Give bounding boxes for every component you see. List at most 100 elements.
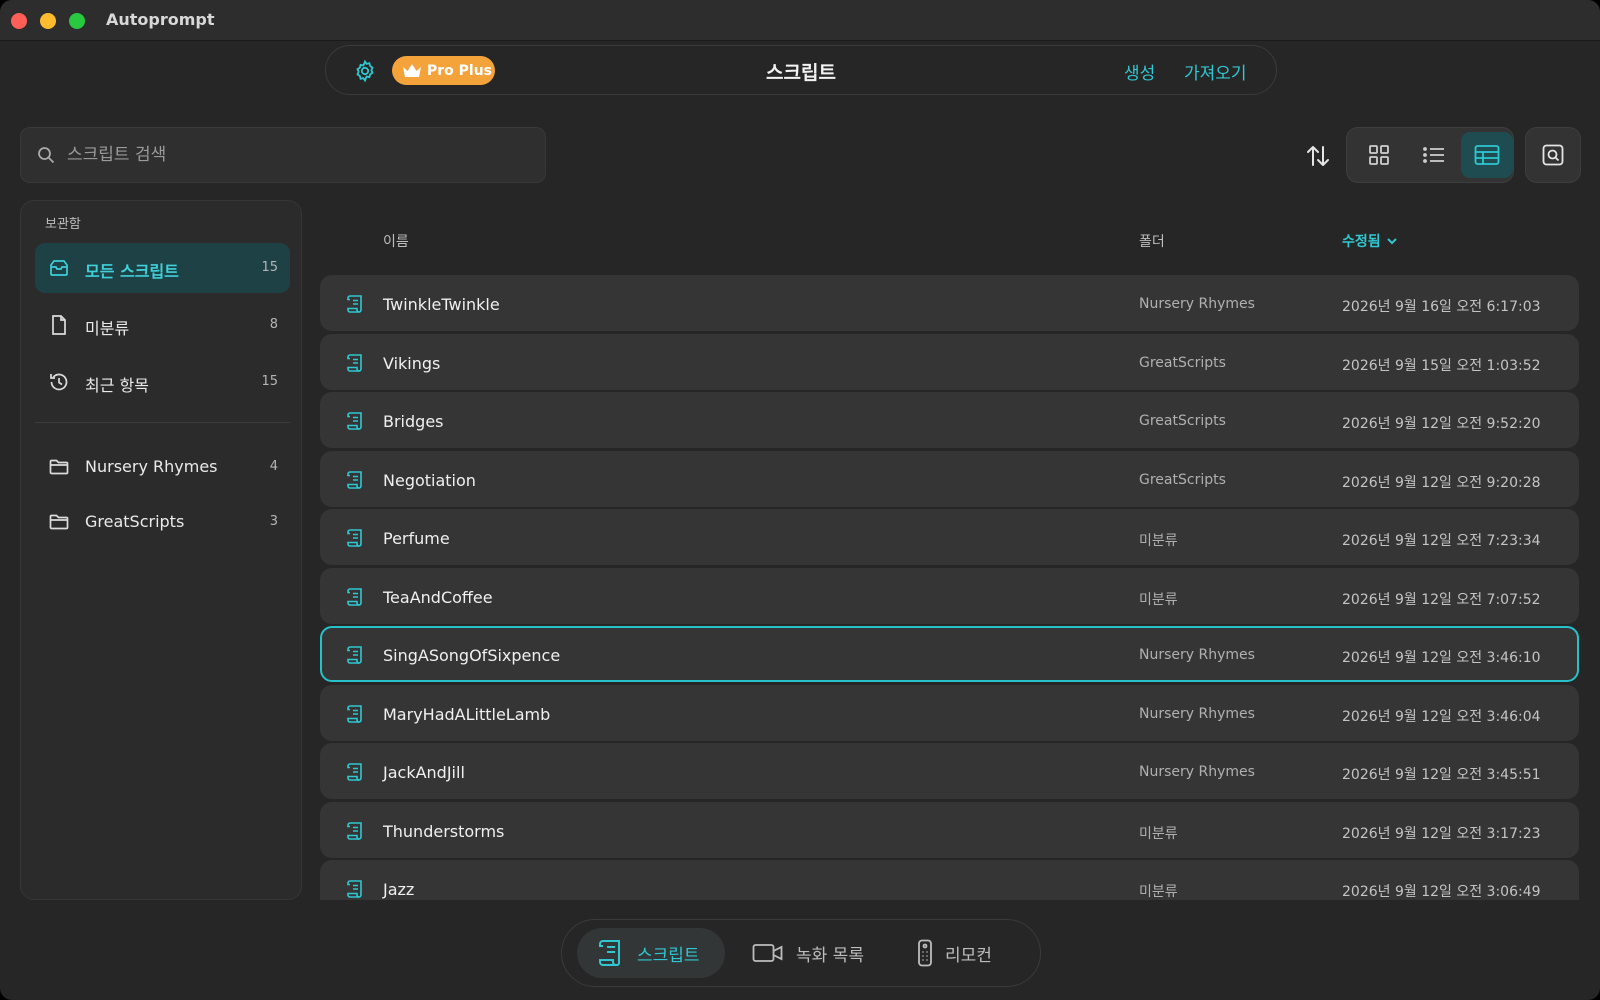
sidebar-item-label: Nursery Rhymes <box>85 457 218 476</box>
row-folder: 미분류 <box>1139 591 1178 608</box>
row-modified: 2026년 9월 12일 오전 3:17:23 <box>1342 825 1541 842</box>
sidebar-heading: 보관함 <box>45 217 81 232</box>
sidebar-folder-greatscripts[interactable]: GreatScripts 3 <box>35 497 290 547</box>
table-row[interactable]: Vikings GreatScripts 2026년 9월 15일 오전 1:03:… <box>320 333 1579 390</box>
sidebar-item-uncategorized[interactable]: 미분류 8 <box>35 300 290 350</box>
sidebar-item-label: 모든 스크립트 <box>85 262 179 281</box>
sidebar-item-count: 4 <box>269 459 278 474</box>
table-row[interactable]: Jazz 미분류 2026년 9월 12일 오전 3:06:49 <box>320 860 1579 900</box>
chevron-down-icon <box>1386 238 1397 245</box>
document-icon <box>52 315 66 335</box>
nav-tab-label: 리모컨 <box>945 945 992 966</box>
bottom-navigation: 스크립트 녹화 목록 리모컨 <box>561 919 1041 987</box>
script-icon <box>344 820 366 842</box>
table-row[interactable]: JackAndJill Nursery Rhymes 2026년 9월 12일 오전… <box>320 743 1579 799</box>
sidebar-item-recent[interactable]: 최근 항목 15 <box>35 357 290 407</box>
row-folder: 미분류 <box>1139 825 1178 842</box>
minimize-window-button[interactable] <box>40 13 56 29</box>
nav-tab-remote[interactable]: 리모컨 <box>917 928 1027 978</box>
table-row[interactable]: TwinkleTwinkle Nursery Rhymes 2026년 9월 16일… <box>320 275 1579 331</box>
row-name: Jazz <box>383 880 415 899</box>
row-folder: 미분류 <box>1139 884 1178 900</box>
video-camera-icon <box>752 944 783 962</box>
row-folder: Nursery Rhymes <box>1139 296 1255 312</box>
sidebar-item-label: 최근 항목 <box>85 376 149 395</box>
close-window-button[interactable] <box>11 13 27 29</box>
table-row[interactable]: Perfume 미분류 2026년 9월 12일 오전 7:23:34 <box>320 509 1579 565</box>
script-icon <box>344 586 366 608</box>
script-icon <box>344 878 366 900</box>
row-folder: Nursery Rhymes <box>1139 647 1255 663</box>
row-modified: 2026년 9월 12일 오전 3:46:04 <box>1342 708 1541 725</box>
row-modified: 2026년 9월 12일 오전 3:45:51 <box>1342 767 1541 783</box>
row-name: MaryHadALittleLamb <box>383 704 551 724</box>
app-window: Autoprompt Pro Plus 스크립트 생성 가져오기 스크립트 검색… <box>0 0 1600 1000</box>
view-mode-switcher <box>1346 127 1514 183</box>
row-name: JackAndJill <box>383 763 465 782</box>
nav-tab-scripts[interactable]: 스크립트 <box>577 928 725 978</box>
title-bar: Autoprompt <box>0 0 1600 41</box>
table-view-button[interactable] <box>1461 132 1513 178</box>
row-modified: 2026년 9월 15일 오전 1:03:52 <box>1342 357 1541 374</box>
script-icon <box>344 644 366 666</box>
sidebar-item-label: 미분류 <box>85 319 130 338</box>
row-name: SingASongOfSixpence <box>383 646 561 665</box>
row-name: Vikings <box>383 353 441 373</box>
grid-view-button[interactable] <box>1353 132 1405 178</box>
search-box[interactable] <box>20 127 546 183</box>
row-folder: GreatScripts <box>1139 471 1226 488</box>
create-button[interactable]: 생성 <box>1124 59 1155 84</box>
script-icon <box>599 940 620 966</box>
nav-tab-recordings[interactable]: 녹화 목록 <box>752 928 882 978</box>
search-icon <box>38 147 55 164</box>
script-icon <box>344 527 366 549</box>
script-icon <box>344 293 366 315</box>
search-input[interactable] <box>67 138 527 172</box>
import-button[interactable]: 가져오기 <box>1184 59 1247 84</box>
sidebar-item-count: 8 <box>269 317 278 332</box>
nav-tab-label: 녹화 목록 <box>796 945 864 966</box>
gear-icon[interactable] <box>353 59 377 83</box>
pro-plus-badge[interactable]: Pro Plus <box>392 56 495 85</box>
script-icon <box>344 410 366 432</box>
sidebar: 보관함 모든 스크립트 15 미분류 8 최근 항목 15 Nursery Rh… <box>20 200 302 900</box>
preview-icon <box>1542 144 1564 166</box>
table-row[interactable]: Bridges GreatScripts 2026년 9월 12일 오전 9:52:… <box>320 392 1579 448</box>
table-row[interactable]: Thunderstorms 미분류 2026년 9월 12일 오전 3:17:23 <box>320 801 1579 858</box>
sidebar-item-count: 15 <box>261 374 278 389</box>
top-bar: Pro Plus 스크립트 생성 가져오기 <box>325 45 1277 95</box>
row-name: Perfume <box>383 529 450 548</box>
table-row[interactable]: MaryHadALittleLamb Nursery Rhymes 2026년 9월… <box>320 684 1579 741</box>
list-view-button[interactable] <box>1408 132 1460 178</box>
row-modified: 2026년 9월 12일 오전 3:46:10 <box>1342 650 1541 666</box>
maximize-window-button[interactable] <box>69 13 85 29</box>
row-name: Negotiation <box>383 470 476 490</box>
row-folder: 미분류 <box>1139 533 1178 549</box>
preview-button[interactable] <box>1525 127 1581 183</box>
row-modified: 2026년 9월 16일 오전 6:17:03 <box>1342 299 1541 315</box>
row-name: TeaAndCoffee <box>383 587 493 607</box>
sidebar-folder-nursery-rhymes[interactable]: Nursery Rhymes 4 <box>35 442 290 492</box>
sort-icon[interactable] <box>1303 141 1333 171</box>
column-header-modified[interactable]: 수정됨 <box>1342 231 1398 251</box>
row-name: Bridges <box>383 412 444 431</box>
column-header-folder[interactable]: 폴더 <box>1139 231 1165 251</box>
table-row[interactable]: SingASongOfSixpence Nursery Rhymes 2026년 9… <box>320 626 1579 682</box>
table-row[interactable]: TeaAndCoffee 미분류 2026년 9월 12일 오전 7:07:52 <box>320 567 1579 624</box>
row-modified: 2026년 9월 12일 오전 9:52:20 <box>1342 416 1541 432</box>
sidebar-item-all-scripts[interactable]: 모든 스크립트 15 <box>35 243 290 293</box>
row-folder: GreatScripts <box>1139 413 1226 429</box>
folder-icon <box>49 459 69 475</box>
sidebar-item-count: 15 <box>261 260 278 275</box>
script-icon <box>344 352 366 374</box>
table-row[interactable]: Negotiation GreatScripts 2026년 9월 12일 오전 9… <box>320 450 1579 507</box>
app-title: Autoprompt <box>106 10 215 29</box>
row-name: TwinkleTwinkle <box>383 295 500 314</box>
row-folder: Nursery Rhymes <box>1139 705 1255 722</box>
row-folder: Nursery Rhymes <box>1139 764 1255 780</box>
script-icon <box>344 761 366 783</box>
badge-label: Pro Plus <box>427 62 493 79</box>
remote-icon <box>918 939 932 967</box>
nav-tab-label: 스크립트 <box>637 945 700 966</box>
column-header-name[interactable]: 이름 <box>383 231 409 251</box>
